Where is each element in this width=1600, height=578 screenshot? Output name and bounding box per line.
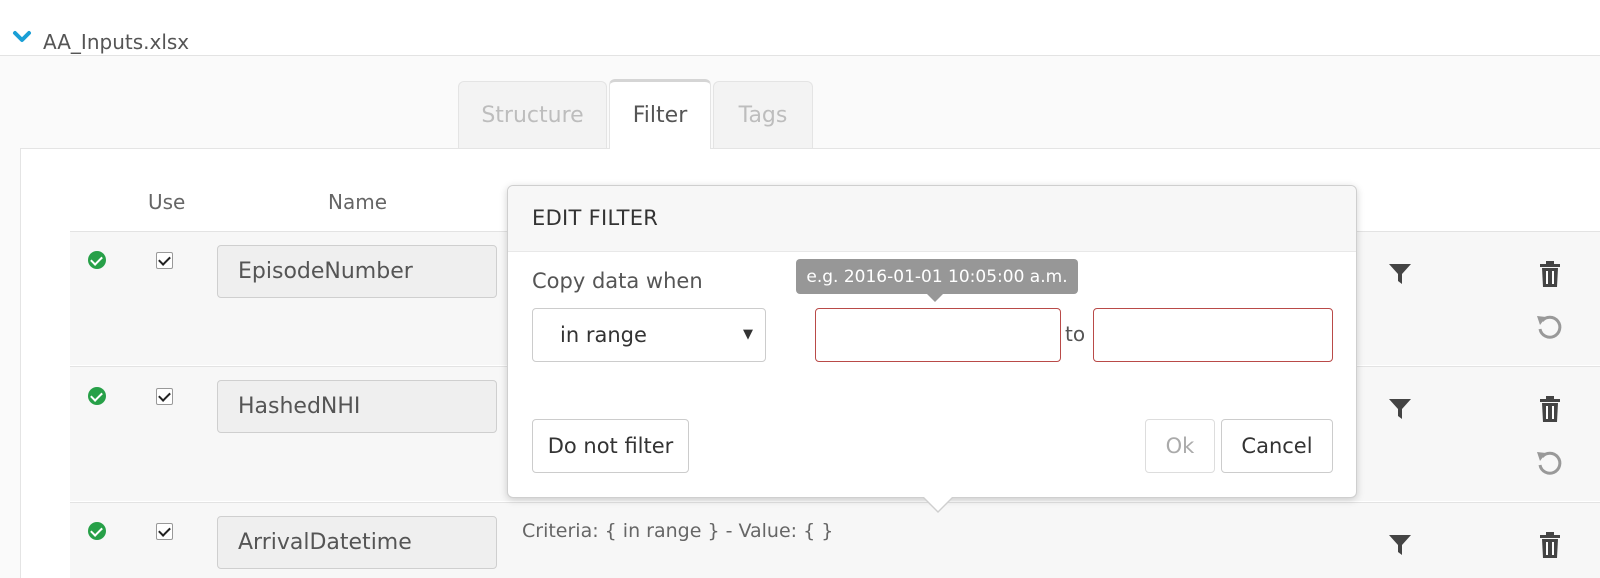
tab-tags[interactable]: Tags xyxy=(713,81,813,149)
trash-icon[interactable] xyxy=(1538,395,1562,423)
undo-icon[interactable] xyxy=(1535,312,1563,340)
status-ok-icon xyxy=(88,251,106,269)
status-ok-icon xyxy=(88,522,106,540)
file-name: AA_Inputs.xlsx xyxy=(43,30,190,54)
edit-filter-dialog: EDIT FILTER Copy data when in range ▼ e.… xyxy=(507,185,1357,513)
column-header-use: Use xyxy=(148,190,186,214)
undo-icon[interactable] xyxy=(1535,448,1563,476)
use-checkbox[interactable] xyxy=(156,252,173,269)
filter-criteria-text: Criteria: { in range } - Value: { } xyxy=(522,520,834,542)
column-header-name: Name xyxy=(328,190,388,214)
use-checkbox[interactable] xyxy=(156,523,173,540)
filter-condition-value: in range xyxy=(560,323,647,347)
dialog-title: EDIT FILTER xyxy=(508,186,1356,252)
column-name-field[interactable]: HashedNHI xyxy=(217,380,497,433)
filter-icon[interactable] xyxy=(1388,262,1412,286)
dialog-pointer xyxy=(923,497,953,513)
filter-icon[interactable] xyxy=(1388,533,1412,557)
do-not-filter-button[interactable]: Do not filter xyxy=(532,419,689,473)
trash-icon[interactable] xyxy=(1538,260,1562,288)
range-from-input[interactable] xyxy=(815,308,1061,362)
status-ok-icon xyxy=(88,387,106,405)
date-format-tooltip: e.g. 2016-01-01 10:05:00 a.m. xyxy=(796,259,1078,302)
tab-structure[interactable]: Structure xyxy=(458,81,607,149)
filter-condition-select[interactable]: in range ▼ xyxy=(532,308,766,362)
filter-icon[interactable] xyxy=(1388,397,1412,421)
trash-icon[interactable] xyxy=(1538,531,1562,559)
column-name-field[interactable]: ArrivalDatetime xyxy=(217,516,497,569)
range-to-label: to xyxy=(1065,322,1086,346)
tab-filter[interactable]: Filter xyxy=(609,79,711,149)
cancel-button[interactable]: Cancel xyxy=(1221,419,1333,473)
column-name-field[interactable]: EpisodeNumber xyxy=(217,245,497,298)
range-to-input[interactable] xyxy=(1093,308,1333,362)
ok-button[interactable]: Ok xyxy=(1145,419,1215,473)
caret-down-icon: ▼ xyxy=(743,327,753,342)
chevron-down-icon[interactable] xyxy=(12,30,32,44)
use-checkbox[interactable] xyxy=(156,388,173,405)
file-header[interactable]: AA_Inputs.xlsx xyxy=(0,22,1600,56)
copy-data-when-label: Copy data when xyxy=(532,269,703,293)
